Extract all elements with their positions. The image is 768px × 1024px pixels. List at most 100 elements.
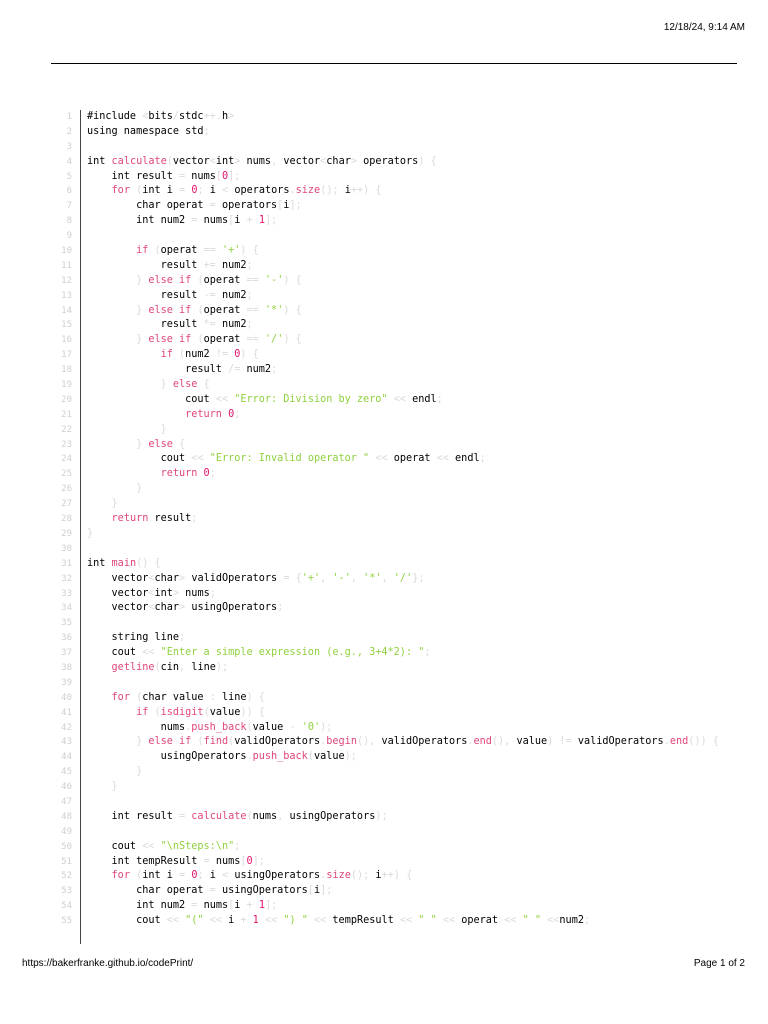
code-token: << — [166, 915, 186, 927]
code-token: = — [203, 855, 216, 867]
code-token: += — [203, 259, 222, 271]
code-line: 16 } else if (operat == '/') { — [52, 333, 752, 348]
code-text: int calculate(vector<int> nums, vector<c… — [87, 155, 437, 170]
code-text: int tempResult = nums[0]; — [87, 855, 265, 870]
line-number: 42 — [61, 722, 72, 733]
code-token: = — [191, 900, 204, 912]
code-token: int result — [87, 810, 180, 822]
code-line: 3 — [52, 140, 752, 155]
line-number: 5 — [66, 171, 72, 182]
code-line: 25 return 0; — [52, 467, 752, 482]
code-token: operat — [461, 915, 505, 927]
line-number: 7 — [66, 201, 72, 212]
code-token: *= — [203, 319, 222, 331]
code-token: int — [87, 557, 112, 569]
code-token: )) { — [240, 706, 265, 718]
code-token: ]; — [320, 885, 333, 897]
code-token: ; — [197, 870, 210, 882]
code-line: 1 #include <bits/stdc++.h> — [52, 110, 752, 125]
line-number: 3 — [66, 141, 72, 152]
code-token: i — [209, 870, 223, 882]
code-token: result — [87, 319, 204, 331]
code-token: : — [209, 691, 222, 703]
code-token: char value — [142, 691, 210, 703]
line-number: 34 — [61, 603, 72, 614]
code-token: value — [252, 721, 290, 733]
code-line: 8 int num2 = nums[i + 1]; — [52, 214, 752, 229]
code-token: { — [203, 379, 210, 391]
code-token: == — [246, 274, 265, 286]
code-token: for — [111, 691, 137, 703]
footer-url[interactable]: https://bakerfranke.github.io/codePrint/ — [22, 958, 193, 969]
code-token: << — [191, 453, 210, 465]
code-text: } — [87, 780, 118, 795]
code-token: nums — [203, 215, 229, 227]
code-token: << — [393, 393, 413, 405]
code-token: i — [228, 915, 241, 927]
code-token: ; — [277, 602, 284, 614]
code-token: operat — [160, 245, 204, 257]
code-token: == — [203, 245, 222, 257]
code-text: int num2 = nums[i + 1]; — [87, 899, 277, 914]
line-number: 33 — [61, 588, 72, 599]
code-line: 26 } — [52, 482, 752, 497]
code-text: if (isdigit(value)) { — [87, 706, 265, 721]
code-token: cin — [160, 661, 180, 673]
code-line: 43 } else if (find(validOperators.begin(… — [52, 735, 752, 750]
code-line: 28 return result; — [52, 512, 752, 527]
code-text: int main() { — [87, 557, 161, 572]
code-token: operat — [393, 453, 437, 465]
code-token: } — [136, 483, 143, 495]
code-token: using namespace std — [87, 125, 204, 137]
code-token: cout — [87, 393, 216, 405]
code-token: endl — [412, 393, 437, 405]
code-token: nums — [252, 810, 278, 822]
code-token: operators — [356, 155, 419, 167]
line-number: 10 — [61, 246, 72, 257]
code-text: for (int i = 0; i < usingOperators.size(… — [87, 869, 413, 884]
code-token: else if — [148, 736, 198, 748]
line-number: 30 — [61, 543, 72, 554]
line-number: 53 — [61, 886, 72, 897]
code-token: == — [246, 304, 265, 316]
code-token: bits — [148, 111, 173, 122]
code-token: ; — [209, 587, 216, 599]
code-token: ]; — [264, 900, 278, 912]
code-line: 44 usingOperators.push_back(value); — [52, 750, 752, 765]
code-token: int — [154, 587, 173, 599]
line-number: 43 — [61, 737, 72, 748]
code-line: 51 int tempResult = nums[0]; — [52, 855, 752, 870]
code-line: 13 result -= num2; — [52, 289, 752, 304]
code-token: result — [154, 513, 192, 525]
code-token: , — [350, 572, 364, 584]
code-token: char — [326, 155, 351, 167]
line-number: 9 — [66, 231, 72, 242]
code-line: 50 cout << "\nSteps:\n"; — [52, 840, 752, 855]
code-token: else — [148, 438, 180, 450]
line-number: 48 — [61, 811, 72, 822]
code-token: ++) { — [350, 185, 382, 197]
code-token: "(" — [185, 915, 210, 927]
code-token: ) { — [283, 334, 302, 346]
code-token: i — [209, 185, 223, 197]
code-token: else — [172, 379, 204, 391]
code-token: find — [203, 736, 229, 748]
code-token: ); — [320, 721, 333, 733]
code-token: }; — [412, 572, 425, 584]
header-divider — [51, 63, 737, 64]
code-token: for — [111, 185, 137, 197]
line-number: 45 — [61, 767, 72, 778]
line-number: 26 — [61, 484, 72, 495]
code-token: ) { — [283, 304, 302, 316]
code-token: } — [136, 736, 149, 748]
code-line: 14 } else if (operat == '*') { — [52, 304, 752, 319]
code-token: (), — [356, 736, 382, 748]
code-token: '-' — [264, 274, 284, 286]
code-token: int — [87, 155, 112, 167]
code-token: ; — [246, 259, 253, 271]
code-token: "\nSteps:\n" — [160, 840, 235, 852]
code-token: cout — [87, 647, 143, 659]
code-token: char — [154, 602, 180, 614]
